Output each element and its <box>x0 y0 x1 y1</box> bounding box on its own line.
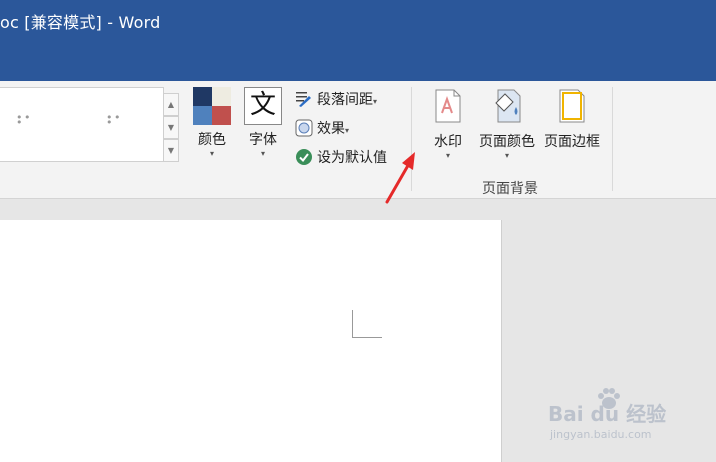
colors-button[interactable]: 颜色 ▾ <box>193 129 231 158</box>
fonts-icon[interactable]: 文 <box>244 87 282 125</box>
red-arrow-annotation <box>385 152 415 204</box>
page-borders-label: 页面边框 <box>544 134 600 150</box>
colors-label: 颜色 <box>198 132 226 148</box>
set-as-default-label: 设为默认值 <box>317 150 387 166</box>
group-separator-right <box>612 87 613 191</box>
effects-label: 效果 <box>317 121 345 137</box>
gallery-scroll-down-button[interactable]: ▼ <box>163 116 179 139</box>
watermark-button[interactable]: 水印 ▾ <box>428 131 468 160</box>
gallery-scroll-up-button[interactable]: ▲ <box>163 93 179 116</box>
margin-corner-mark <box>352 310 382 338</box>
paragraph-spacing-button[interactable]: 段落间距▾ <box>295 89 377 109</box>
watermark-brand: Bai du 经验 <box>548 402 667 426</box>
colors-icon[interactable] <box>193 87 231 125</box>
style-thumbnail-2[interactable]: • • • <box>106 112 121 128</box>
paragraph-spacing-label: 段落间距 <box>317 92 373 108</box>
gallery-more-button[interactable]: ▼ <box>163 139 179 162</box>
page-color-button[interactable]: 页面颜色 ▾ <box>474 131 540 160</box>
watermark-label: 水印 <box>434 134 462 150</box>
watermark-dropdown-caret: ▾ <box>445 151 450 160</box>
colors-dropdown-caret: ▾ <box>209 149 214 158</box>
watermark-url: jingyan.baidu.com <box>550 428 652 441</box>
effects-icon <box>295 119 313 137</box>
window-title: oc [兼容模式] - Word <box>0 13 161 32</box>
effects-caret: ▾ <box>345 126 350 135</box>
page-color-label: 页面颜色 <box>479 134 535 150</box>
set-as-default-button[interactable]: 设为默认值 <box>295 147 387 167</box>
paragraph-spacing-icon <box>296 92 311 107</box>
paragraph-spacing-caret: ▾ <box>373 97 378 106</box>
group-label-page-background: 页面背景 <box>482 181 538 197</box>
title-bar: oc [兼容模式] - Word <box>0 0 716 81</box>
fonts-label: 字体 <box>249 132 277 148</box>
document-page[interactable] <box>0 220 502 462</box>
page-color-icon[interactable] <box>492 89 526 123</box>
fonts-button[interactable]: 字体 ▾ <box>244 129 282 158</box>
page-color-dropdown-caret: ▾ <box>504 151 509 160</box>
checkmark-icon <box>296 149 312 165</box>
watermark-icon[interactable] <box>434 89 462 123</box>
fonts-dropdown-caret: ▾ <box>260 149 265 158</box>
effects-button[interactable]: 效果▾ <box>295 118 349 138</box>
page-borders-button[interactable]: 页面边框 <box>540 131 604 151</box>
style-set-gallery[interactable]: • • • • • • <box>0 87 164 162</box>
page-borders-icon[interactable] <box>558 89 586 123</box>
gallery-scroll: ▲ ▼ ▼ <box>163 87 180 162</box>
baidu-jingyan-watermark: Bai du 经验 jingyan.baidu.com <box>548 386 708 446</box>
ribbon: • •• • •• ▲ ▼ ▼ 颜色 ▾ 文 字体 ▾ 段落间距▾ 效果▾ <box>0 81 716 199</box>
style-thumbnail-1[interactable]: • • • <box>16 112 31 128</box>
